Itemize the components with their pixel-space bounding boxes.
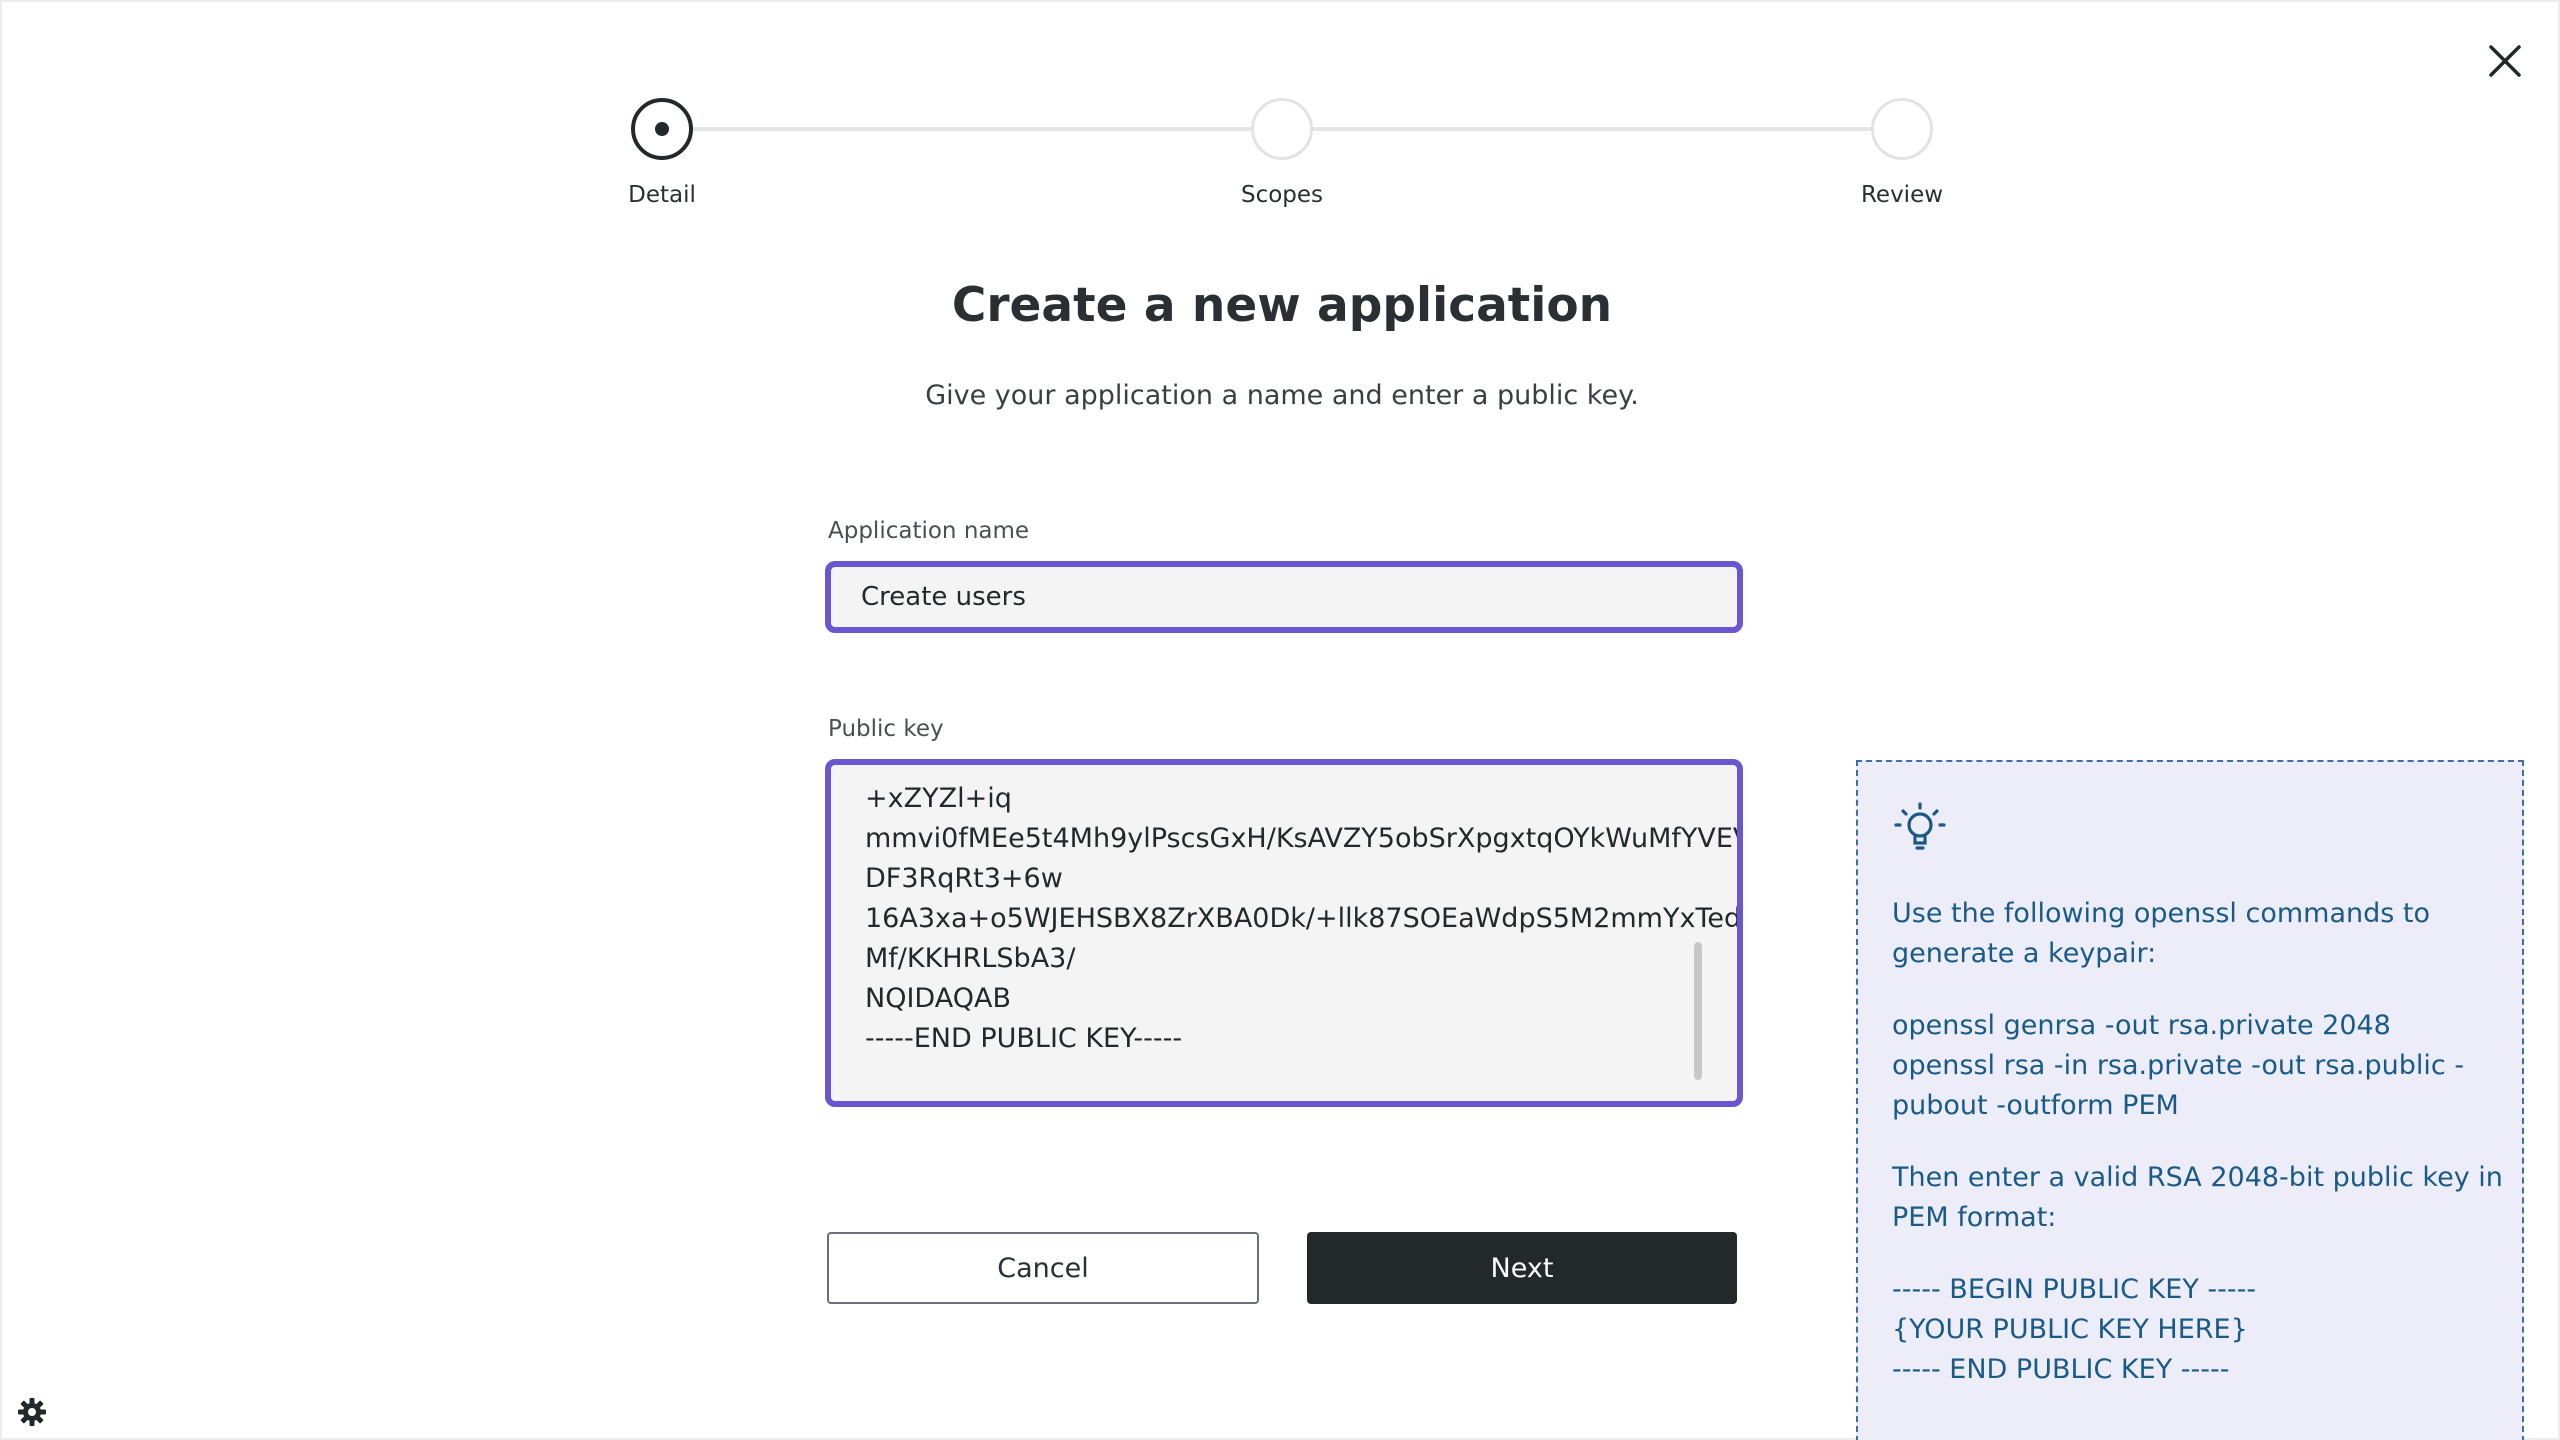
step-review-label: Review <box>1860 182 1944 208</box>
create-application-dialog: Detail Scopes Review Create a new applic… <box>0 0 2560 1440</box>
public-key-scrollbar[interactable] <box>1694 942 1702 1080</box>
next-button[interactable]: Next <box>1307 1232 1737 1304</box>
tip-command-line-1: openssl genrsa -out rsa.private 2048 <box>1892 1010 2391 1041</box>
tip-then-line-1: Then enter a valid RSA 2048-bit public k… <box>1892 1162 2503 1193</box>
page-subtitle: Give your application a name and enter a… <box>925 380 1639 411</box>
step-scopes-indicator[interactable] <box>1251 98 1313 160</box>
public-key-label: Public key <box>828 716 944 742</box>
tip-pem-line-3: ----- END PUBLIC KEY ----- <box>1892 1354 2230 1385</box>
step-scopes-label: Scopes <box>1240 182 1324 208</box>
stepper: Detail Scopes Review <box>2 2 2558 222</box>
step-connector <box>693 127 1251 131</box>
tip-intro-line-1: Use the following openssl commands to <box>1892 898 2430 929</box>
tip-command-line-2: openssl rsa -in rsa.private -out rsa.pub… <box>1892 1050 2465 1081</box>
gear-icon[interactable] <box>16 1396 48 1428</box>
public-key-textarea[interactable]: +xZYZl+iq mmvi0fMEe5t4Mh9ylPscsGxH/KsAVZ… <box>825 759 1743 1107</box>
application-name-label: Application name <box>828 518 1030 544</box>
public-key-value: +xZYZl+iq mmvi0fMEe5t4Mh9ylPscsGxH/KsAVZ… <box>865 783 1743 1054</box>
page-title: Create a new application <box>951 278 1613 333</box>
tip-pem-line-1: ----- BEGIN PUBLIC KEY ----- <box>1892 1274 2257 1305</box>
tip-intro-line-2: generate a keypair: <box>1892 938 2157 969</box>
step-detail-indicator[interactable] <box>631 98 693 160</box>
cancel-button[interactable]: Cancel <box>827 1232 1259 1304</box>
lightbulb-icon <box>1894 802 1946 850</box>
keypair-tip-panel: Use the following openssl commands to ge… <box>1856 760 2524 1440</box>
step-detail-label: Detail <box>628 182 696 208</box>
application-name-input[interactable] <box>825 561 1743 633</box>
step-connector <box>1313 127 1871 131</box>
tip-command-line-3: pubout -outform PEM <box>1892 1090 2179 1121</box>
step-review-indicator[interactable] <box>1871 98 1933 160</box>
tip-then-line-2: PEM format: <box>1892 1202 2057 1233</box>
tip-pem-line-2: {YOUR PUBLIC KEY HERE} <box>1892 1314 2248 1345</box>
